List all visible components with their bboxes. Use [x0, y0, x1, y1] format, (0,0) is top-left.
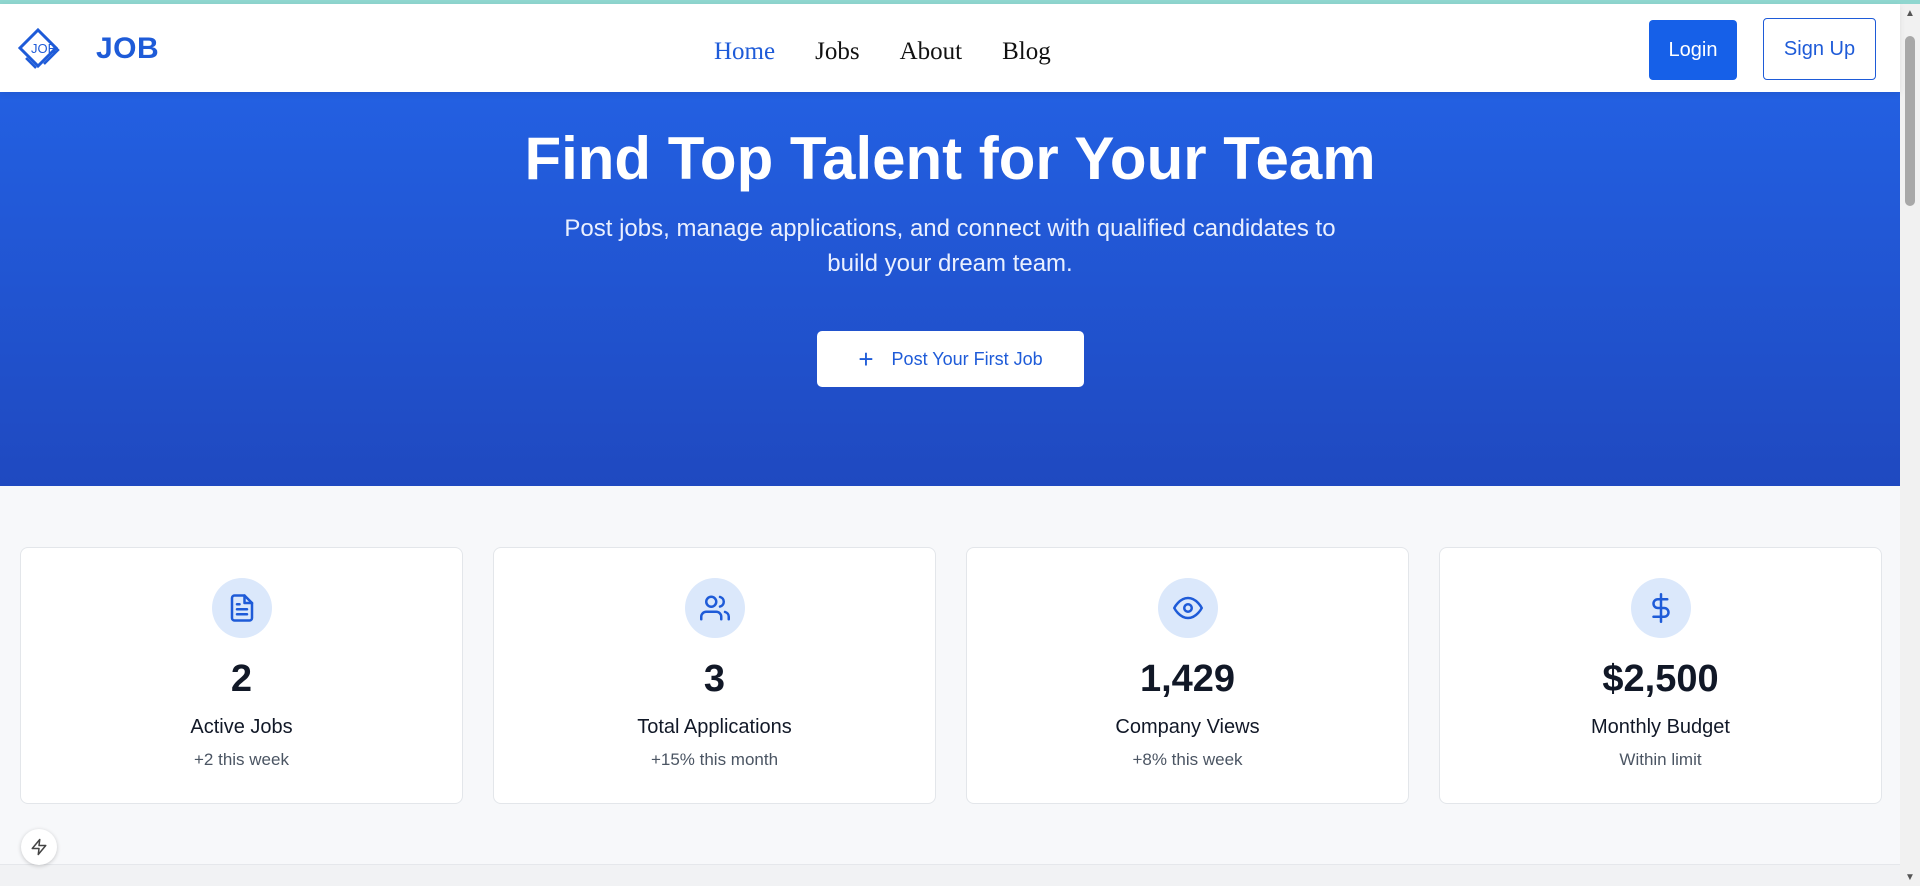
- scroll-up-arrow-icon[interactable]: ▲: [1900, 4, 1920, 22]
- stat-change: +2 this week: [194, 750, 289, 769]
- stat-value: 1,429: [1139, 658, 1236, 700]
- page-scrollbar[interactable]: ▲ ▼: [1900, 4, 1920, 886]
- next-section-edge: [0, 864, 1900, 886]
- brand-name[interactable]: JOB: [96, 32, 159, 66]
- nav-home-link[interactable]: Home: [714, 38, 775, 66]
- stat-label: Active Jobs: [190, 716, 293, 738]
- stat-value: 2: [230, 658, 253, 700]
- stat-change: +8% this week: [1132, 750, 1243, 769]
- stat-value: $2,500: [1602, 658, 1719, 700]
- floating-action-button[interactable]: [21, 829, 57, 865]
- plus-icon: +: [858, 344, 874, 374]
- lightning-icon: [31, 838, 47, 856]
- stat-value: 3: [703, 658, 726, 700]
- stat-icon-circle: [212, 578, 272, 638]
- scroll-down-arrow-icon[interactable]: ▼: [1900, 868, 1920, 886]
- eye-icon: [1173, 596, 1203, 620]
- stat-icon-circle: [1631, 578, 1691, 638]
- stat-change: Within limit: [1619, 750, 1702, 769]
- scrollbar-thumb[interactable]: [1905, 36, 1915, 206]
- file-text-icon: [230, 594, 254, 622]
- stat-icon-circle: [1158, 578, 1218, 638]
- stat-label: Company Views: [1115, 716, 1260, 738]
- svg-text:JOB: JOB: [31, 41, 56, 56]
- brand-home-link[interactable]: JOB JOB: [18, 26, 159, 72]
- stat-card-monthly-budget: $2,500 Monthly Budget Within limit: [1439, 547, 1882, 804]
- stat-change: +15% this month: [650, 750, 779, 769]
- stat-label: Total Applications: [637, 716, 792, 738]
- navbar: JOB JOB Home Jobs About Blog Login Sign …: [0, 4, 1900, 92]
- stat-label: Monthly Budget: [1591, 716, 1730, 738]
- login-button[interactable]: Login: [1649, 20, 1737, 80]
- nav-blog-link[interactable]: Blog: [1002, 38, 1051, 66]
- main-nav: Home Jobs About Blog: [714, 32, 1051, 72]
- stat-icon-circle: [685, 578, 745, 638]
- job-logo-icon: JOB: [18, 27, 60, 69]
- signup-button[interactable]: Sign Up: [1763, 18, 1876, 80]
- stat-card-active-jobs: 2 Active Jobs +2 this week: [20, 547, 463, 804]
- hero-subtitle: Post jobs, manage applications, and conn…: [564, 215, 1336, 277]
- users-icon: [700, 595, 730, 621]
- hero-section: Find Top Talent for Your Team Post jobs,…: [0, 92, 1900, 486]
- stat-card-total-applications: 3 Total Applications +15% this month: [493, 547, 936, 804]
- nav-jobs-link[interactable]: Jobs: [815, 38, 859, 66]
- stat-card-company-views: 1,429 Company Views +8% this week: [966, 547, 1409, 804]
- dollar-icon: [1652, 593, 1670, 623]
- nav-about-link[interactable]: About: [900, 38, 963, 66]
- post-first-job-label: Post Your First Job: [891, 348, 1043, 369]
- post-first-job-button[interactable]: + Post Your First Job: [817, 331, 1084, 387]
- hero-title: Find Top Talent for Your Team: [524, 125, 1376, 192]
